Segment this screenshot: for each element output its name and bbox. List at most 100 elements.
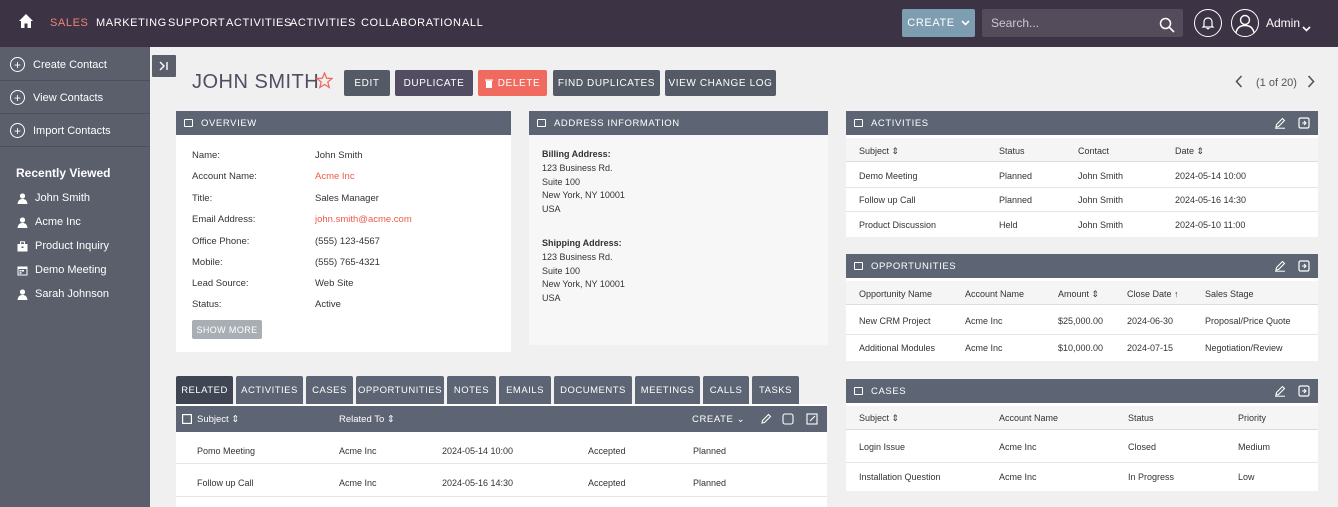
nav-item-sales[interactable]: SALES [50, 17, 88, 29]
create-dropdown-button[interactable]: CREATE [902, 9, 975, 37]
table-row-account-link[interactable]: Acme Inc [999, 442, 1037, 452]
edit-button[interactable]: EDIT [344, 70, 390, 96]
table-row-contact-link[interactable]: John Smith [1078, 220, 1123, 230]
panel-collapse-icon[interactable] [182, 414, 192, 424]
overview-panel-header[interactable]: OVERVIEW [176, 111, 511, 135]
recent-item-john-smith[interactable]: John Smith [17, 192, 90, 204]
view-change-log-button[interactable]: VIEW CHANGE LOG [665, 70, 776, 96]
home-icon[interactable] [18, 13, 34, 34]
table-row-related-link[interactable]: Acme Inc [339, 446, 377, 456]
table-row-status: Planned [999, 195, 1033, 205]
nav-item-activities-1[interactable]: ACTIVITIES [226, 17, 292, 29]
export-icon[interactable] [1298, 260, 1310, 272]
column-header-opportunity-name[interactable]: Opportunity Name [859, 289, 932, 299]
tab-calls[interactable]: CALLS [703, 376, 749, 404]
nav-item-all[interactable]: ALL [462, 17, 483, 29]
table-row-related-link[interactable]: Acme Inc [339, 478, 377, 488]
recent-item-acme-inc[interactable]: Acme Inc [17, 216, 81, 228]
column-header-amount[interactable]: Amount ⇕ [1058, 289, 1099, 300]
search-icon[interactable] [1159, 15, 1175, 43]
column-header-subject[interactable]: Subject ⇕ [859, 146, 899, 157]
recent-item-product-inquiry[interactable]: Product Inquiry [17, 240, 109, 252]
tab-meetings[interactable]: MEETINGS [635, 376, 700, 404]
recent-item-sarah-johnson[interactable]: Sarah Johnson [17, 288, 109, 300]
nav-item-support[interactable]: SUPPORT [168, 17, 225, 29]
tab-emails[interactable]: EMAILS [499, 376, 551, 404]
export-icon[interactable] [1298, 117, 1310, 129]
field-value-status: Active [315, 299, 341, 310]
show-more-button[interactable]: SHOW MORE [192, 320, 262, 339]
note-icon[interactable] [782, 413, 794, 425]
search-input[interactable] [991, 16, 1151, 30]
field-value-email-link[interactable]: john.smith@acme.com [315, 214, 412, 225]
edit-pencil-icon[interactable] [1274, 117, 1286, 129]
tab-notes[interactable]: NOTES [447, 376, 496, 404]
tab-related[interactable]: RELATED [176, 376, 233, 404]
activities-panel-header[interactable]: ACTIVITIES [846, 111, 1318, 135]
column-header-status[interactable]: Status [1128, 413, 1154, 423]
column-header-status[interactable]: Status [999, 146, 1025, 156]
table-row-account-link[interactable]: Acme Inc [965, 316, 1003, 326]
table-row-contact-link[interactable]: John Smith [1078, 195, 1123, 205]
table-row-status: Planned [999, 171, 1033, 181]
chevron-right-icon[interactable] [1307, 75, 1315, 93]
column-header-sales-stage[interactable]: Sales Stage [1205, 289, 1254, 299]
table-row-subject-link[interactable]: Follow up Call [197, 478, 254, 488]
chevron-left-icon[interactable] [1235, 75, 1243, 93]
recent-item-demo-meeting[interactable]: Demo Meeting [17, 264, 107, 276]
table-row-opportunity-link[interactable]: Additional Modules [859, 343, 935, 353]
column-header-contact[interactable]: Contact [1078, 146, 1109, 156]
user-name[interactable]: Admin [1266, 16, 1300, 30]
column-header-subject[interactable]: Subject ⇕ [859, 413, 899, 424]
table-row-subject-link[interactable]: Login Issue [859, 442, 905, 452]
find-duplicates-button[interactable]: FIND DUPLICATES [553, 70, 660, 96]
table-row-subject-link[interactable]: Product Discussion [859, 220, 936, 230]
tab-cases[interactable]: CASES [306, 376, 353, 404]
panel-title: ACTIVITIES [871, 117, 929, 129]
nav-item-marketing[interactable]: MARKETING [96, 17, 167, 29]
recent-item-label: Acme Inc [35, 216, 81, 228]
tab-opportunities[interactable]: OPPORTUNITIES [356, 376, 444, 404]
tab-activities[interactable]: ACTIVITIES [236, 376, 303, 404]
nav-item-collaboration[interactable]: COLLABORATION [361, 17, 462, 29]
duplicate-button[interactable]: DUPLICATE [395, 70, 473, 96]
table-row-contact-link[interactable]: John Smith [1078, 171, 1123, 181]
table-row-subject-link[interactable]: Follow up Call [859, 195, 916, 205]
table-row-opportunity-link[interactable]: New CRM Project [859, 316, 931, 326]
column-header-priority[interactable]: Priority [1238, 413, 1266, 423]
table-row-close-date: 2024-06-30 [1127, 316, 1174, 326]
sidebar-action-create-contact[interactable]: + Create Contact [0, 49, 150, 81]
chevron-down-icon[interactable] [1302, 19, 1311, 37]
field-value-account-link[interactable]: Acme Inc [315, 171, 355, 182]
user-avatar-icon[interactable] [1231, 9, 1259, 37]
export-icon[interactable] [1298, 385, 1310, 397]
favorite-star-icon[interactable] [315, 71, 334, 94]
column-header-account-name[interactable]: Account Name [999, 413, 1058, 423]
table-row-subject-link[interactable]: Pomo Meeting [197, 446, 255, 456]
tab-documents[interactable]: DOCUMENTS [554, 376, 632, 404]
delete-button[interactable]: DELETE [478, 70, 547, 96]
nav-item-activities-2[interactable]: ACTIVITIES [290, 17, 356, 29]
cases-panel-header[interactable]: CASES [846, 379, 1318, 403]
table-row-subject-link[interactable]: Demo Meeting [859, 171, 918, 181]
edit-pencil-icon[interactable] [1274, 385, 1286, 397]
table-row-account-link[interactable]: Acme Inc [965, 343, 1003, 353]
column-header-close-date[interactable]: Close Date ↑ [1127, 289, 1179, 299]
column-header-related-to[interactable]: Related To ⇕ [339, 414, 395, 425]
edit-pencil-icon[interactable] [1274, 260, 1286, 272]
column-header-date[interactable]: Date ⇕ [1175, 146, 1204, 157]
notifications-bell-icon[interactable] [1194, 9, 1222, 37]
sidebar-action-import-contacts[interactable]: + Import Contacts [0, 115, 150, 147]
export-icon[interactable] [806, 413, 818, 425]
table-row-subject-link[interactable]: Installation Question [859, 472, 941, 482]
related-create-button[interactable]: CREATE ⌄ [692, 414, 745, 425]
table-row-account-link[interactable]: Acme Inc [999, 472, 1037, 482]
edit-pencil-icon[interactable] [760, 413, 772, 425]
column-header-account-name[interactable]: Account Name [965, 289, 1024, 299]
sidebar-action-view-contacts[interactable]: + View Contacts [0, 82, 150, 114]
tab-tasks[interactable]: TASKS [752, 376, 799, 404]
opportunities-panel-header[interactable]: OPPORTUNITIES [846, 254, 1318, 278]
column-header-subject[interactable]: Subject ⇕ [197, 414, 239, 425]
address-panel-header[interactable]: ADDRESS INFORMATION [529, 111, 828, 135]
sidebar-collapse-button[interactable] [152, 55, 176, 77]
